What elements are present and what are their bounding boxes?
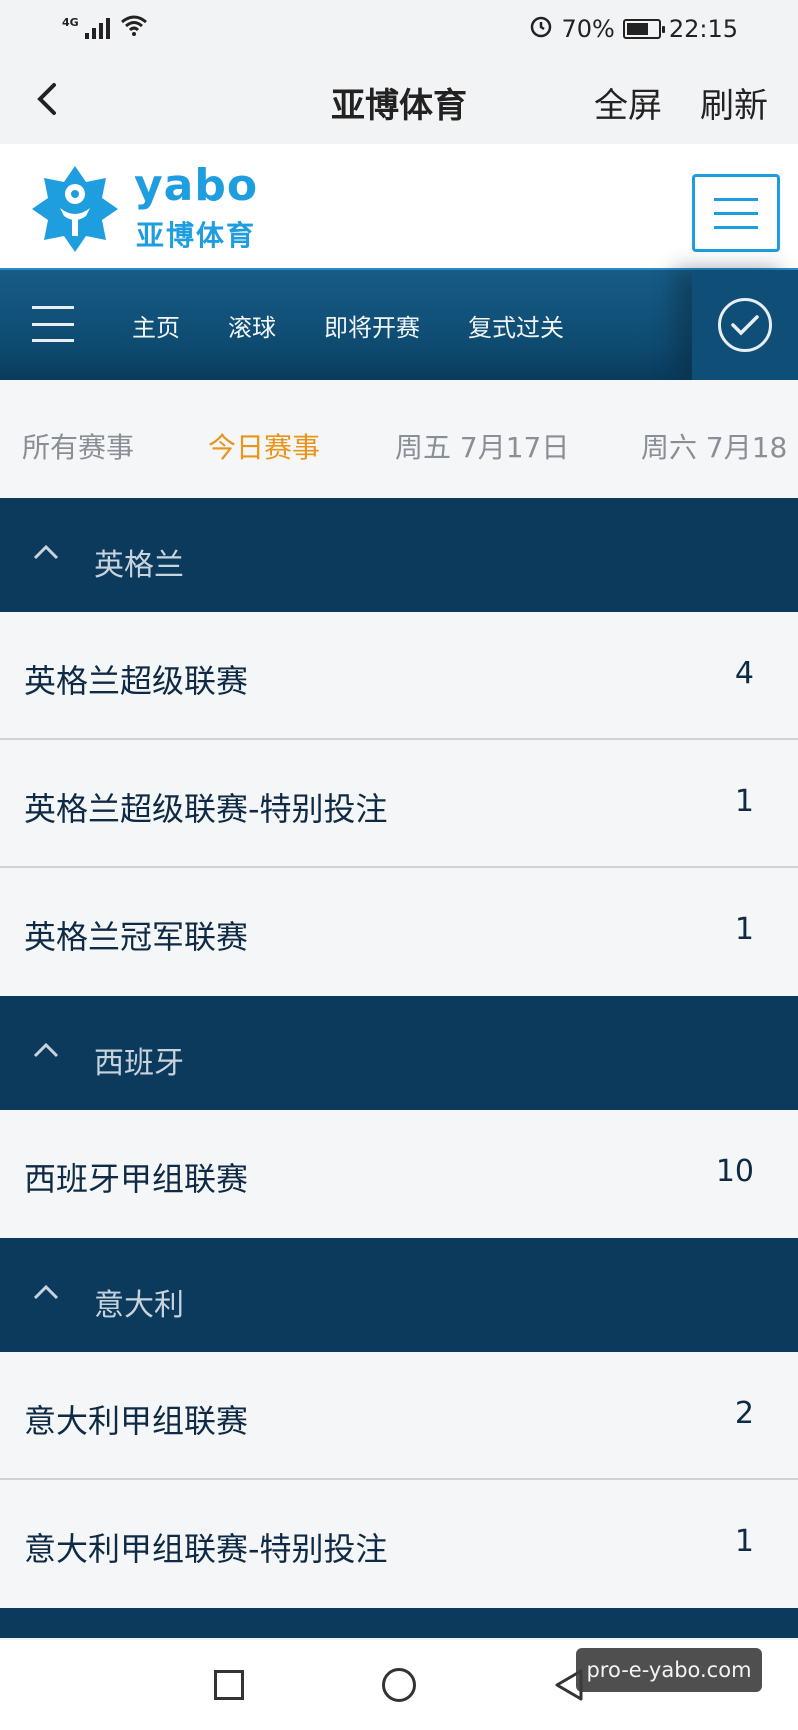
tab-all-events[interactable]: 所有赛事	[22, 426, 134, 466]
nav-item-home[interactable]: 主页	[132, 308, 180, 343]
match-count: 10	[715, 1154, 754, 1189]
league-name: 意大利甲组联赛	[24, 1402, 249, 1440]
battery-icon	[622, 19, 665, 39]
chevron-up-icon	[33, 1284, 59, 1300]
logo-subtitle: 亚博体育	[136, 219, 257, 252]
tab-friday[interactable]: 周五 7月17日	[395, 426, 569, 466]
chevron-up-icon	[33, 544, 59, 560]
country-header-next[interactable]	[0, 1608, 798, 1638]
tab-today[interactable]: 今日赛事	[208, 426, 320, 466]
match-count: 1	[734, 912, 754, 947]
fullscreen-button[interactable]: 全屏	[594, 78, 662, 127]
match-count: 1	[734, 1524, 754, 1559]
sports-nav: 主页 滚球 即将开赛 复式过关	[0, 268, 798, 380]
check-circle-icon	[718, 298, 772, 352]
soccer-star-icon[interactable]	[30, 164, 120, 254]
chevron-up-icon	[33, 1042, 59, 1058]
league-name: 西班牙甲组联赛	[24, 1160, 249, 1198]
country-name: 英格兰	[94, 548, 184, 583]
square-recents-icon[interactable]	[214, 1670, 244, 1700]
tab-saturday[interactable]: 周六 7月18	[641, 426, 787, 466]
league-list: 英格兰 英格兰超级联赛 4 英格兰超级联赛-特别投注 1 英格兰冠军联赛 1 西…	[0, 498, 798, 1638]
country-header-england[interactable]: 英格兰	[0, 498, 798, 612]
list-item[interactable]: 意大利甲组联赛 2	[0, 1352, 798, 1480]
network-type-label: 4G	[62, 16, 79, 29]
list-item[interactable]: 英格兰冠军联赛 1	[0, 868, 798, 996]
list-item[interactable]: 意大利甲组联赛-特别投注 1	[0, 1480, 798, 1608]
league-name: 英格兰超级联赛	[24, 662, 249, 700]
wifi-icon	[120, 14, 148, 39]
league-name: 意大利甲组联赛-特别投注	[24, 1530, 388, 1568]
status-bar: 4G 70% 22:15	[0, 0, 798, 60]
league-name: 英格兰超级联赛-特别投注	[24, 790, 388, 828]
page-title: 亚博体育	[331, 86, 467, 126]
list-item[interactable]: 英格兰超级联赛-特别投注 1	[0, 740, 798, 868]
battery-percent: 70%	[561, 15, 615, 43]
match-count: 2	[734, 1396, 754, 1431]
alarm-icon	[529, 14, 553, 44]
match-count: 1	[734, 784, 754, 819]
battery-fill	[626, 23, 648, 35]
main-menu-button[interactable]	[692, 174, 780, 252]
list-item[interactable]: 英格兰超级联赛 4	[0, 612, 798, 740]
country-name: 西班牙	[94, 1046, 184, 1081]
status-left: 4G	[62, 14, 148, 39]
nav-item-parlay[interactable]: 复式过关	[468, 308, 564, 343]
watermark: pro-e-yabo.com	[576, 1648, 762, 1692]
match-count: 4	[734, 656, 754, 691]
circle-home-icon[interactable]	[382, 1668, 416, 1702]
league-name: 英格兰冠军联赛	[24, 918, 249, 956]
bet-slip-button[interactable]	[692, 270, 798, 380]
country-header-spain[interactable]: 西班牙	[0, 996, 798, 1110]
country-name: 意大利	[94, 1288, 184, 1323]
hamburger-icon[interactable]	[32, 306, 74, 342]
country-header-italy[interactable]: 意大利	[0, 1238, 798, 1352]
brand-bar: yabo 亚博体育	[0, 144, 798, 268]
nav-items: 主页 滚球 即将开赛 复式过关	[132, 308, 612, 343]
refresh-button[interactable]: 刷新	[700, 78, 768, 127]
logo-wordmark: yabo	[134, 160, 259, 211]
nav-item-live[interactable]: 滚球	[228, 308, 276, 343]
clock: 22:15	[668, 15, 738, 43]
title-bar: 亚博体育 全屏 刷新	[0, 60, 798, 144]
nav-item-upcoming[interactable]: 即将开赛	[324, 308, 420, 343]
signal-icon	[84, 17, 110, 39]
list-item[interactable]: 西班牙甲组联赛 10	[0, 1110, 798, 1238]
date-tabs: 所有赛事 今日赛事 周五 7月17日 周六 7月18	[0, 380, 798, 498]
hamburger-icon	[714, 197, 758, 201]
status-right: 70% 22:15	[529, 14, 738, 44]
